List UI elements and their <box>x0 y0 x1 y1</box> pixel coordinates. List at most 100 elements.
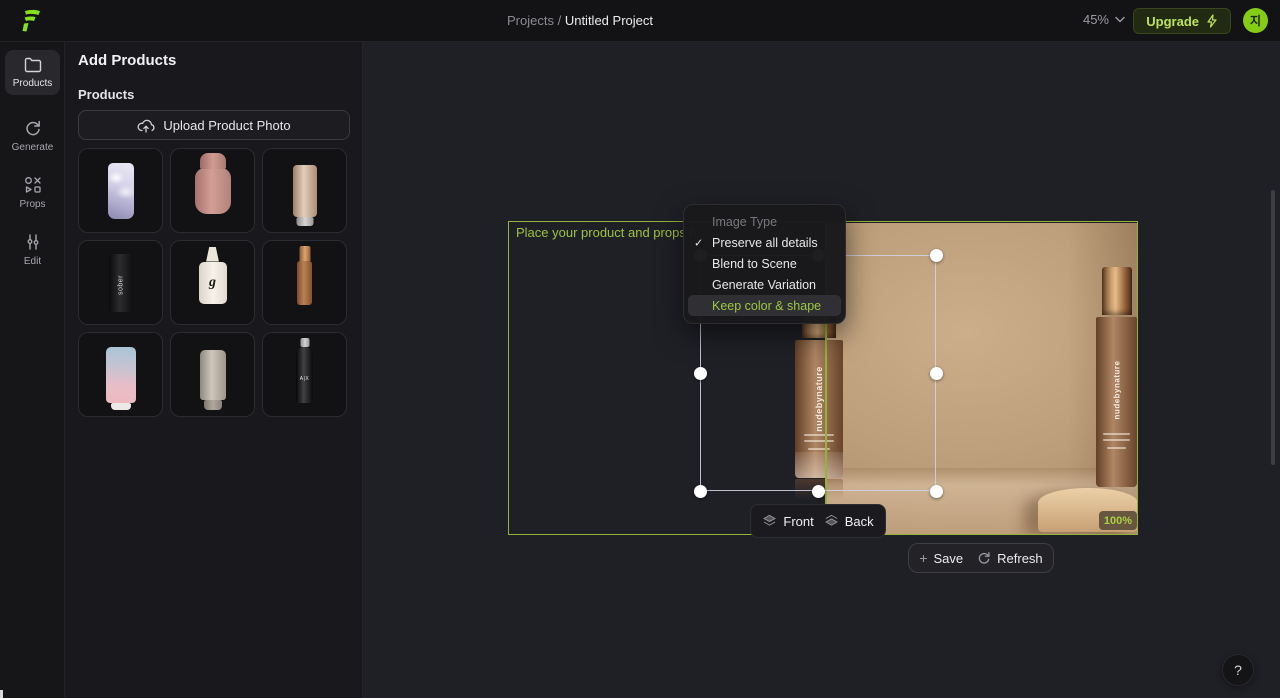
product-image <box>292 164 317 217</box>
label-lines <box>1103 439 1130 441</box>
product-image <box>199 349 226 400</box>
action-toolbar: + Save Refresh <box>908 543 1054 573</box>
label-lines <box>803 440 835 442</box>
product-image: g <box>198 261 227 304</box>
selection-handle-top-right[interactable] <box>930 249 943 262</box>
breadcrumb: Projects / Untitled Project <box>507 13 653 28</box>
menu-item-keep-color-shape[interactable]: Keep color & shape <box>688 295 841 316</box>
selection-handle-bottom-left[interactable] <box>694 485 707 498</box>
sidebar-item-label: Edit <box>23 256 42 267</box>
canvas-scrollbar[interactable] <box>1271 190 1275 465</box>
sliders-icon <box>27 234 38 250</box>
placed-product-bottle[interactable]: nudebynature <box>795 306 843 478</box>
product-image <box>297 260 312 305</box>
label-lines <box>803 434 835 436</box>
label-lines <box>1107 447 1126 449</box>
back-label: Back <box>844 513 874 529</box>
product-thumbnail-5[interactable]: g <box>170 240 255 325</box>
product-brand: g <box>209 274 216 290</box>
bottle-brand-text: nudebynature <box>1112 360 1121 420</box>
layer-order-toolbar: Front Back <box>750 504 886 538</box>
sidebar-item-generate[interactable]: Generate <box>5 112 60 159</box>
product-thumbnail-7[interactable] <box>78 332 163 417</box>
top-bar: Projects / Untitled Project 45% Upgrade … <box>0 0 1280 42</box>
upload-product-photo-button[interactable]: Upload Product Photo <box>78 110 350 140</box>
product-image: sober <box>108 253 133 312</box>
add-products-panel: Add Products Products Upload Product Pho… <box>65 42 363 698</box>
save-button[interactable]: + Save <box>919 550 963 566</box>
selection-handle-bottom-right[interactable] <box>930 485 943 498</box>
props-icon <box>24 177 41 193</box>
menu-item-label: Keep color & shape <box>712 298 822 313</box>
menu-item-label: Generate Variation <box>712 277 816 292</box>
avatar-text: 지 <box>1249 14 1262 28</box>
check-icon: ✓ <box>694 237 704 249</box>
products-section-label: Products <box>78 87 135 102</box>
bottle-body: nudebynature <box>795 340 843 478</box>
menu-item-label: Preserve all details <box>712 235 818 250</box>
sidebar-item-edit[interactable]: Edit <box>5 226 60 273</box>
help-button[interactable]: ? <box>1222 654 1254 686</box>
zoom-value: 45% <box>1082 12 1109 27</box>
lightning-icon <box>1207 14 1217 28</box>
send-back-icon <box>825 514 838 526</box>
image-zoom-badge: 100% <box>1099 511 1137 530</box>
breadcrumb-projects[interactable]: Projects / <box>507 13 561 28</box>
bring-front-icon <box>763 514 776 526</box>
sidebar-item-products[interactable]: Products <box>5 50 60 95</box>
product-thumbnail-8[interactable] <box>170 332 255 417</box>
menu-item-label: Blend to Scene <box>712 256 797 271</box>
refresh-label: Refresh <box>997 550 1043 566</box>
folder-icon <box>24 57 41 73</box>
zoom-dropdown[interactable]: 45% <box>1083 12 1125 27</box>
product-image: A|X <box>296 346 313 403</box>
bottle-body: nudebynature <box>1096 317 1137 487</box>
corner-sliver <box>0 690 3 698</box>
menu-item-preserve-all-details[interactable]: ✓ Preserve all details <box>684 232 845 253</box>
sidebar-item-label: Generate <box>11 142 54 153</box>
chevron-down-icon <box>1115 16 1125 23</box>
upgrade-button[interactable]: Upgrade <box>1133 8 1231 34</box>
product-thumbnail-9[interactable]: A|X <box>262 332 347 417</box>
breadcrumb-current: Untitled Project <box>564 13 653 28</box>
bottle-cap <box>1101 267 1132 315</box>
menu-item-generate-variation[interactable]: Generate Variation <box>684 274 845 295</box>
selection-handle-mid-right[interactable] <box>930 367 943 380</box>
send-to-back-button[interactable]: Back <box>824 514 874 529</box>
app-logo-icon[interactable] <box>18 8 44 34</box>
product-thumbnail-1[interactable] <box>78 148 163 233</box>
product-grid: sober g A|X <box>78 148 350 417</box>
product-brand: sober <box>117 274 124 295</box>
selection-handle-bottom-mid[interactable] <box>812 485 825 498</box>
product-thumbnail-2[interactable] <box>170 148 255 233</box>
bottle-glass <box>795 452 843 478</box>
label-lines <box>808 448 830 450</box>
sidebar-item-label: Props <box>19 199 46 210</box>
refresh-icon <box>978 552 990 564</box>
bring-to-front-button[interactable]: Front <box>762 513 814 529</box>
placement-hint-text: Place your product and props h <box>516 225 697 240</box>
product-thumbnail-6[interactable] <box>262 240 347 325</box>
avatar[interactable]: 지 <box>1243 8 1268 33</box>
scene-image[interactable] <box>826 223 1137 534</box>
upload-label: Upload Product Photo <box>163 117 291 133</box>
bottle-brand-text: nudebynature <box>814 366 824 433</box>
scene-product-bottle[interactable]: nudebynature <box>1096 267 1137 487</box>
front-label: Front <box>783 513 814 529</box>
product-image <box>107 162 134 219</box>
product-thumbnail-3[interactable] <box>262 148 347 233</box>
panel-title: Add Products <box>78 52 177 69</box>
selection-handle-mid-left[interactable] <box>694 367 707 380</box>
menu-header: Image Type <box>712 214 778 229</box>
tool-rail: Products Generate Props Edit <box>0 42 65 698</box>
plus-icon: + <box>919 550 928 566</box>
question-mark-icon: ? <box>1234 662 1242 678</box>
product-thumbnail-4[interactable]: sober <box>78 240 163 325</box>
refresh-button[interactable]: Refresh <box>977 551 1043 566</box>
sidebar-item-props[interactable]: Props <box>5 169 60 216</box>
sidebar-item-label: Products <box>12 78 53 89</box>
menu-item-blend-to-scene[interactable]: Blend to Scene <box>684 253 845 274</box>
product-image <box>105 346 136 403</box>
product-image <box>194 167 231 214</box>
image-type-context-menu: Image Type ✓ Preserve all details Blend … <box>683 204 846 324</box>
